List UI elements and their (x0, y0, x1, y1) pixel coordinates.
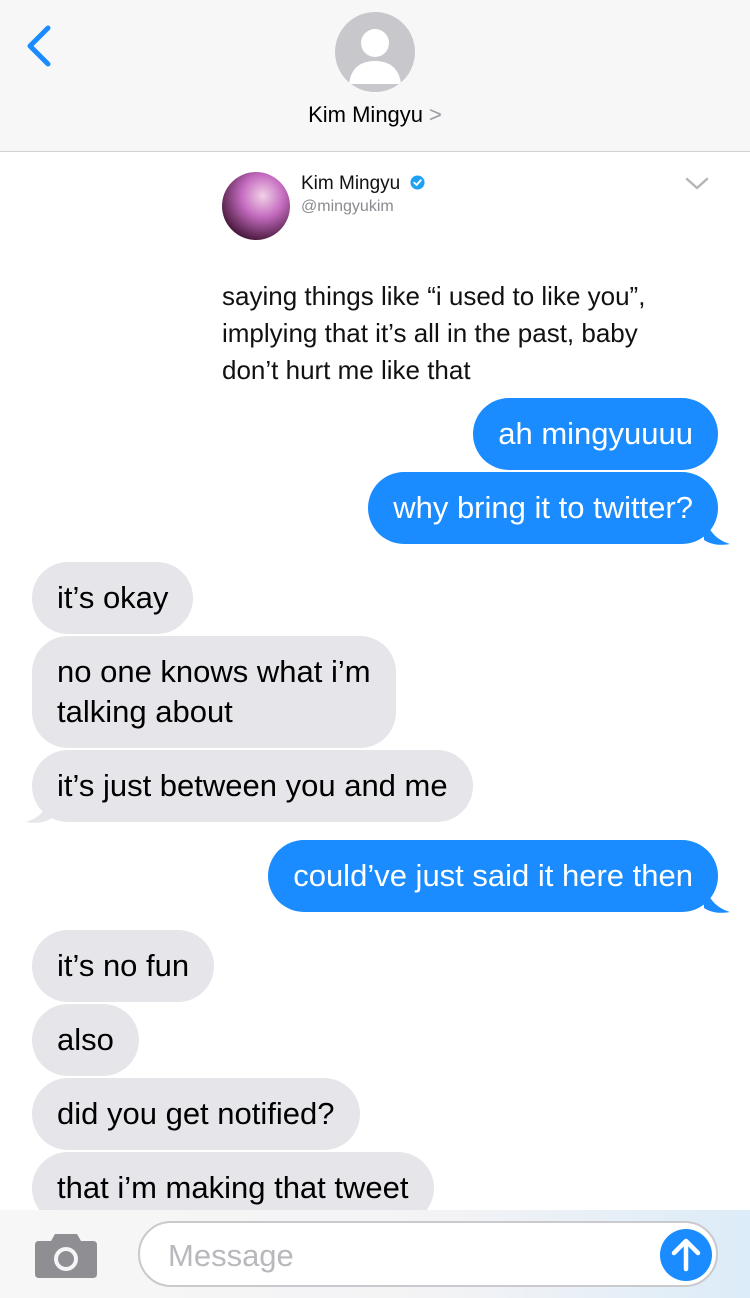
incoming-message[interactable]: no one knows what i’m talking about (32, 636, 396, 748)
person-avatar-icon (349, 29, 401, 84)
contact-name-button[interactable]: Kim Mingyu > (0, 102, 750, 128)
contact-avatar[interactable] (335, 12, 415, 92)
composer-bar: Message (0, 1210, 750, 1298)
message-input[interactable]: Message (138, 1221, 718, 1287)
verified-badge-icon (410, 175, 425, 190)
camera-icon[interactable] (35, 1230, 97, 1278)
bubble-tail (26, 794, 52, 823)
outgoing-message[interactable]: why bring it to twitter? (368, 472, 718, 544)
send-button[interactable] (660, 1229, 712, 1281)
chevron-right-icon: > (429, 102, 442, 127)
chevron-down-icon[interactable] (684, 176, 710, 192)
bubble-tail (704, 884, 730, 913)
incoming-message[interactable]: it’s no fun (32, 930, 215, 1002)
tweet-author-handle: @mingyukim (301, 198, 394, 215)
bubble-tail (704, 516, 730, 545)
outgoing-message[interactable]: could’ve just said it here then (268, 840, 718, 912)
arrow-up-icon (671, 1238, 701, 1272)
tweet-text: saying things like “i used to like you”,… (222, 281, 646, 385)
conversation-header: Kim Mingyu > (0, 0, 750, 152)
outgoing-message[interactable]: ah mingyuuuu (473, 398, 718, 470)
incoming-message[interactable]: did you get notified? (32, 1078, 360, 1150)
incoming-message[interactable]: it’s okay (32, 562, 194, 634)
tweet-card[interactable]: Kim Mingyu @mingyukim saying things like… (222, 170, 722, 385)
incoming-message[interactable]: it’s just between you and me (32, 750, 473, 822)
chevron-left-icon[interactable] (20, 22, 60, 70)
tweet-author-avatar (222, 172, 290, 240)
tweet-author-name: Kim Mingyu (301, 173, 401, 194)
incoming-message[interactable]: also (32, 1004, 139, 1076)
contact-name: Kim Mingyu (308, 102, 424, 127)
tweet-author-name-row: Kim Mingyu (301, 173, 425, 195)
